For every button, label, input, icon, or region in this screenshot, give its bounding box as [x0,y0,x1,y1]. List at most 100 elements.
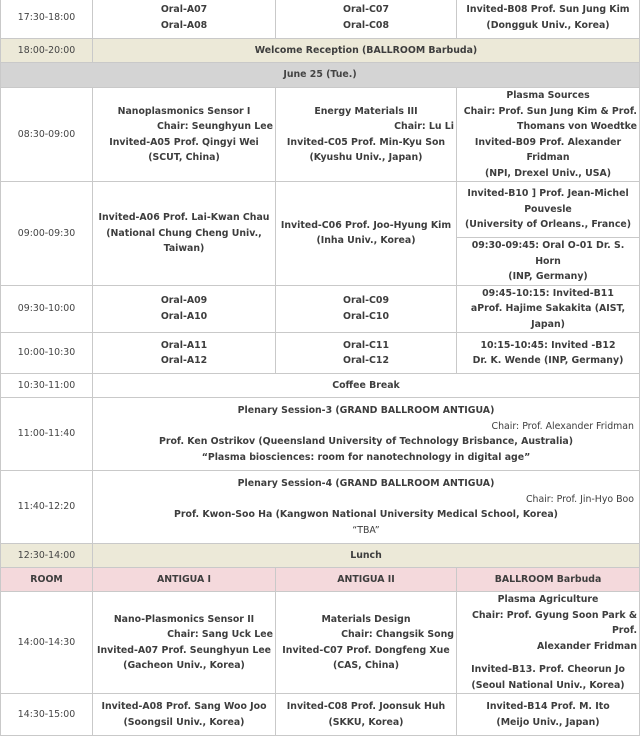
affiliation: Dr. K. Wende (INP, Germany) [472,355,624,366]
antigua2-cell: Invited-C06 Prof. Joo-Hyung Kim (Inha Un… [275,181,457,286]
table-row: 11:00-11:40 Plenary Session-3 (GRAND BAL… [0,397,640,471]
invited-talk: Invited-A06 Prof. Lai-Kwan Chau [98,212,270,223]
oral-a09: Oral-A09 [160,295,208,307]
room-antigua1: ANTIGUA I [92,567,276,592]
time-cell: 14:30-15:00 [0,693,93,736]
oral-c08: Oral-C08 [343,19,389,31]
oral-a07: Oral-A07 [160,4,208,15]
affiliation: (Inha Univ., Korea) [316,235,416,247]
plenary-speaker: Prof. Kwon-Soo Ha (Kangwon National Univ… [174,509,558,520]
oral-c09: Oral-C09 [343,295,389,307]
antigua1-cell: Oral-A07 Oral-A08 [92,0,276,39]
plenary-talk-title: “TBA” [352,524,380,536]
time-cell: 12:30-14:00 [0,543,93,568]
invited-talk: Invited-B09 Prof. Alexander Fridman [474,136,622,164]
session-title: Materials Design [321,613,411,625]
time-cell: 09:00-09:30 [0,181,93,286]
time-cell: 11:40-12:20 [0,470,93,544]
table-row: 12:30-14:00 Lunch [0,543,640,568]
session-chair: Chair: Sang Uck Lee [167,629,273,640]
session-chair: Chair: Lu Li [394,121,454,132]
oral-a08: Oral-A08 [160,19,208,31]
session-title: Plasma Agriculture [497,594,599,605]
antigua2-cell: Invited-C08 Prof. Joonsuk Huh (SKKU, Kor… [275,693,457,736]
antigua1-cell: Invited-A08 Prof. Sang Woo Joo (Soongsil… [92,693,276,736]
plenary-session-3: Plenary Session-3 (GRAND BALLROOM ANTIGU… [92,397,640,471]
antigua1-cell: Oral-A11 Oral-A12 [92,332,276,374]
table-row: 18:00-20:00 Welcome Reception (BALLROOM … [0,38,640,63]
table-row: 09:30-10:00 Oral-A09 Oral-A10 Oral-C09 O… [0,284,640,333]
session-title: Plasma Sources [506,90,590,101]
affiliation: (Kyushu Univ., Japan) [309,152,423,163]
affiliation: (Gacheon Univ., Korea) [123,660,245,671]
table-row: 14:00-14:30 Nano-Plasmonics Sensor II Ch… [0,591,640,694]
room-barbuda: BALLROOM Barbuda [456,567,640,592]
session-chair: Chair: Seunghyun Lee [157,121,273,132]
affiliation: Taiwan) [163,243,205,254]
time-cell: 10:00-10:30 [0,332,93,374]
invited-b12: 10:15-10:45: Invited -B12 [480,339,616,351]
invited-talk: Invited-A08 Prof. Sang Woo Joo [101,701,267,712]
room-header: ROOM [0,567,93,592]
invited-talk: Invited-C05 Prof. Min-Kyu Son [286,136,446,148]
coffee-break: Coffee Break [92,373,640,398]
schedule-table: 17:30-18:00 Oral-A07 Oral-A08 Oral-C07 O… [0,0,640,736]
affiliation: (Meijo Univ., Japan) [496,716,600,728]
table-row: 10:30-11:00 Coffee Break [0,373,640,398]
affiliation: (Soongsil Univ., Korea) [123,716,245,728]
antigua2-cell: Energy Materials III Chair: Lu Li Invite… [275,87,457,182]
room-antigua2: ANTIGUA II [275,567,457,592]
table-row: 17:30-18:00 Oral-A07 Oral-A08 Oral-C07 O… [0,0,640,39]
invited-talk: Invited-A05 Prof. Qingyi Wei [109,136,259,148]
session-chair: Alexander Fridman [537,640,637,652]
plenary-chair: Chair: Prof. Jin-Hyo Boo [525,493,634,505]
time-cell: 18:00-20:00 [0,38,93,63]
invited-b08: Invited-B08 Prof. Sun Jung Kim [466,4,630,15]
table-row: 10:00-10:30 Oral-A11 Oral-A12 Oral-C11 O… [0,332,640,374]
invited-b11: 09:45-10:15: Invited-B11 [482,287,614,299]
table-row: ROOM ANTIGUA I ANTIGUA II BALLROOM Barbu… [0,567,640,592]
time-cell: 10:30-11:00 [0,373,93,398]
lunch: Lunch [92,543,640,568]
invited-talk: Invited-B13. Prof. Cheorun Jo [471,664,625,675]
affiliation: aProf. Hajime Sakakita (AIST, Japan) [470,303,626,330]
session-chair: Chair: Prof. Sun Jung Kim & Prof. [463,105,637,117]
session-chair: Chair: Prof. Gyung Soon Park & Prof. [472,609,637,637]
antigua1-cell: Invited-A06 Prof. Lai-Kwan Chau (Nationa… [92,181,276,286]
session-title: Energy Materials III [314,105,418,117]
invited-talk: Invited-B10 ] Prof. Jean-Michel [467,188,629,200]
time-cell: 08:30-09:00 [0,87,93,182]
invited-talk: Invited-C06 Prof. Joo-Hyung Kim [280,219,452,231]
barbuda-cell: 09:45-10:15: Invited-B11 aProf. Hajime S… [456,284,640,333]
barbuda-cell: Invited-B14 Prof. M. Ito (Meijo Univ., J… [456,693,640,736]
session-chair: Chair: Changsik Song [341,629,454,640]
antigua2-cell: Oral-C09 Oral-C10 [275,284,457,333]
oral-c12: Oral-C12 [343,355,389,366]
plenary-title: Plenary Session-4 (GRAND BALLROOM ANTIGU… [237,478,495,489]
time-cell: 11:00-11:40 [0,397,93,471]
antigua1-cell: Nanoplasmonics Sensor I Chair: Seunghyun… [92,87,276,182]
oral-a11: Oral-A11 [160,339,208,351]
barbuda-cell: Plasma Sources Chair: Prof. Sun Jung Kim… [456,87,640,182]
plenary-speaker: Prof. Ken Ostrikov (Queensland Universit… [158,436,574,447]
oral-c07: Oral-C07 [343,4,389,15]
affiliation: (INP, Germany) [508,271,588,282]
plenary-talk-title: “Plasma biosciences: room for nanotechno… [201,451,531,463]
time-cell: 09:30-10:00 [0,284,93,333]
oral-c11: Oral-C11 [343,339,389,351]
antigua2-cell: Oral-C11 Oral-C12 [275,332,457,374]
invited-talk: Invited-C08 Prof. Joonsuk Huh [286,701,446,712]
plenary-chair: Chair: Prof. Alexander Fridman [491,420,634,432]
affiliation: (Dongguk Univ., Korea) [486,19,610,31]
oral-a12: Oral-A12 [160,355,208,366]
antigua2-cell: Oral-C07 Oral-C08 [275,0,457,39]
table-row: 14:30-15:00 Invited-A08 Prof. Sang Woo J… [0,693,640,736]
invited-talk: Invited-C07 Prof. Dongfeng Xue [282,644,450,656]
antigua1-cell: Oral-A09 Oral-A10 [92,284,276,333]
barbuda-cell: Plasma Agriculture Chair: Prof. Gyung So… [456,591,640,694]
plenary-title: Plenary Session-3 (GRAND BALLROOM ANTIGU… [237,405,495,416]
affiliation: (CAS, China) [332,660,400,671]
invited-talk: Invited-A07 Prof. Seunghyun Lee [96,644,272,656]
table-row: 08:30-09:00 Nanoplasmonics Sensor I Chai… [0,87,640,182]
antigua2-cell: Materials Design Chair: Changsik Song In… [275,591,457,694]
